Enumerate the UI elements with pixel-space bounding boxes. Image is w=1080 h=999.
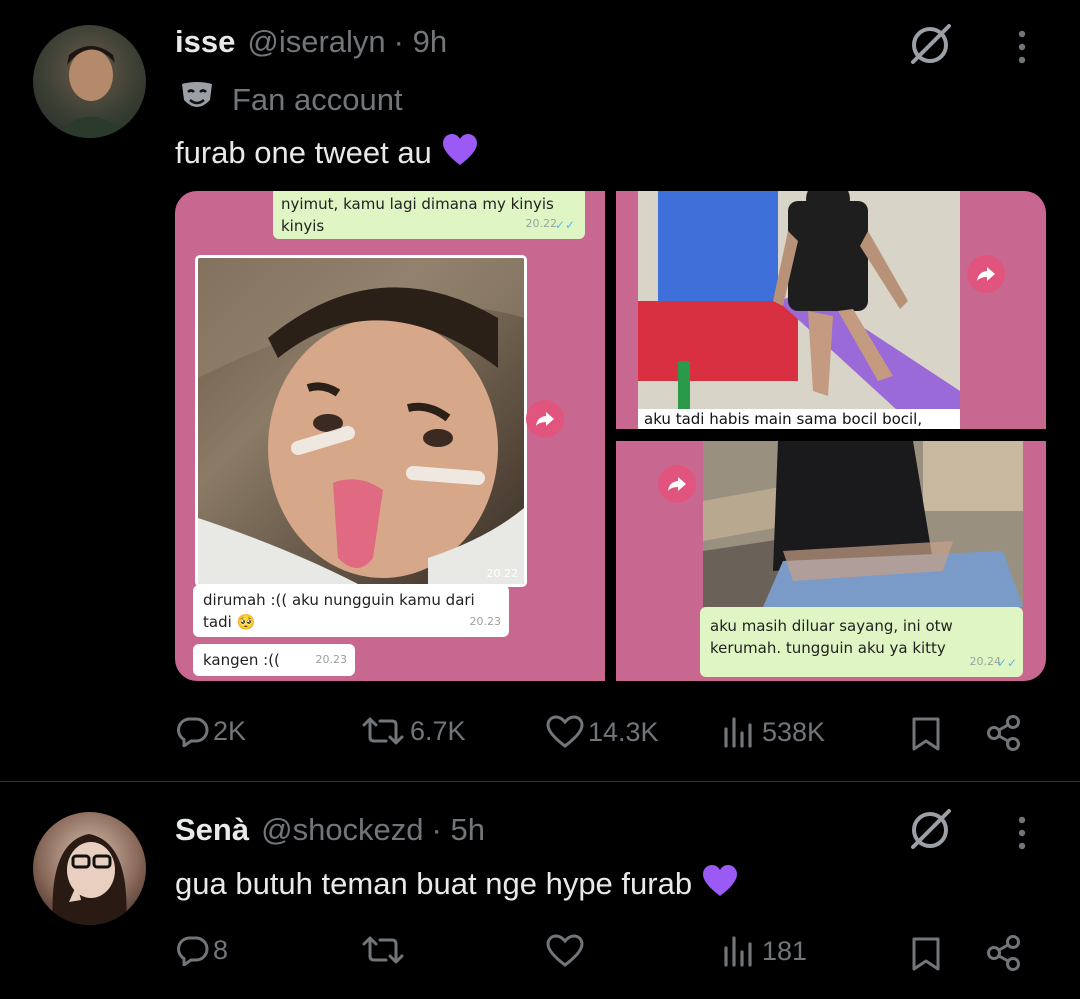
like-button[interactable]: 14.3K xyxy=(546,715,659,749)
reply-button[interactable]: 2K xyxy=(177,715,246,747)
bookmark-icon[interactable] xyxy=(910,716,942,757)
photo-caption: aku tadi habis main sama bocil bocil, xyxy=(638,409,960,429)
repost-button[interactable] xyxy=(360,934,410,966)
photo-outdoor xyxy=(703,441,1023,607)
fan-account-label: Fan account xyxy=(232,81,403,117)
repost-count: 6.7K xyxy=(410,715,466,746)
timestamp[interactable]: · 5h xyxy=(432,812,485,848)
fan-account-mask-icon xyxy=(178,78,216,121)
grok-icon[interactable] xyxy=(905,805,955,860)
tweet-text: furab one tweet au xyxy=(175,134,432,170)
share-icon[interactable] xyxy=(985,714,1023,757)
reply-icon xyxy=(177,936,209,966)
reply-icon xyxy=(177,717,209,747)
media-left-image[interactable]: nyimut, kamu lagi dimana my kinyis kinyi… xyxy=(175,191,605,681)
tweet-text: gua butuh teman buat nge hype furab xyxy=(175,865,693,901)
heart-icon xyxy=(546,715,584,748)
like-button[interactable] xyxy=(546,934,588,968)
reply-count: 8 xyxy=(213,934,229,965)
avatar[interactable] xyxy=(33,812,146,925)
repost-button[interactable]: 6.7K xyxy=(360,715,466,747)
reply-count: 2K xyxy=(213,715,247,746)
handle[interactable]: @iseralyn xyxy=(247,24,385,60)
media-grid[interactable]: nyimut, kamu lagi dimana my kinyis kinyi… xyxy=(175,191,1046,681)
purple-heart-icon xyxy=(702,864,738,903)
avatar[interactable] xyxy=(33,25,146,138)
photo-playground: aku tadi habis main sama bocil bocil, xyxy=(638,191,960,429)
message-bubble: kangen :(( 20.23 xyxy=(193,644,355,676)
repost-icon xyxy=(362,717,404,745)
forward-icon xyxy=(658,465,696,503)
views-button[interactable]: 181 xyxy=(722,934,807,968)
display-name[interactable]: isse xyxy=(175,24,235,60)
more-icon[interactable] xyxy=(1012,816,1032,855)
forward-icon xyxy=(967,255,1005,293)
heart-icon xyxy=(546,934,584,967)
display-name[interactable]: Senà xyxy=(175,812,249,848)
photo-selfie: 20.22 xyxy=(195,255,527,587)
media-bottom-right-image[interactable]: aku masih diluar sayang, ini otw kerumah… xyxy=(616,441,1046,681)
views-icon xyxy=(724,717,752,748)
views-icon xyxy=(724,936,752,967)
message-bubble: dirumah :(( aku nungguin kamu dari tadi … xyxy=(193,585,509,637)
message-bubble: aku masih diluar sayang, ini otw kerumah… xyxy=(700,607,1023,677)
reply-button[interactable]: 8 xyxy=(177,934,228,966)
divider xyxy=(0,781,1080,782)
more-icon[interactable] xyxy=(1012,30,1032,69)
bookmark-icon[interactable] xyxy=(910,936,942,977)
share-icon[interactable] xyxy=(985,934,1023,977)
like-count: 14.3K xyxy=(588,716,659,747)
message-bubble: nyimut, kamu lagi dimana my kinyis kinyi… xyxy=(273,191,585,239)
views-count: 538K xyxy=(762,716,826,747)
views-count: 181 xyxy=(762,935,808,966)
grok-icon[interactable] xyxy=(905,20,955,75)
forward-icon xyxy=(526,400,564,438)
views-button[interactable]: 538K xyxy=(722,715,825,749)
handle[interactable]: @shockezd xyxy=(261,812,423,848)
timestamp[interactable]: · 9h xyxy=(394,24,447,60)
media-top-right-image[interactable]: aku tadi habis main sama bocil bocil, xyxy=(616,191,1046,429)
repost-icon xyxy=(362,936,404,964)
purple-heart-icon xyxy=(442,133,478,172)
